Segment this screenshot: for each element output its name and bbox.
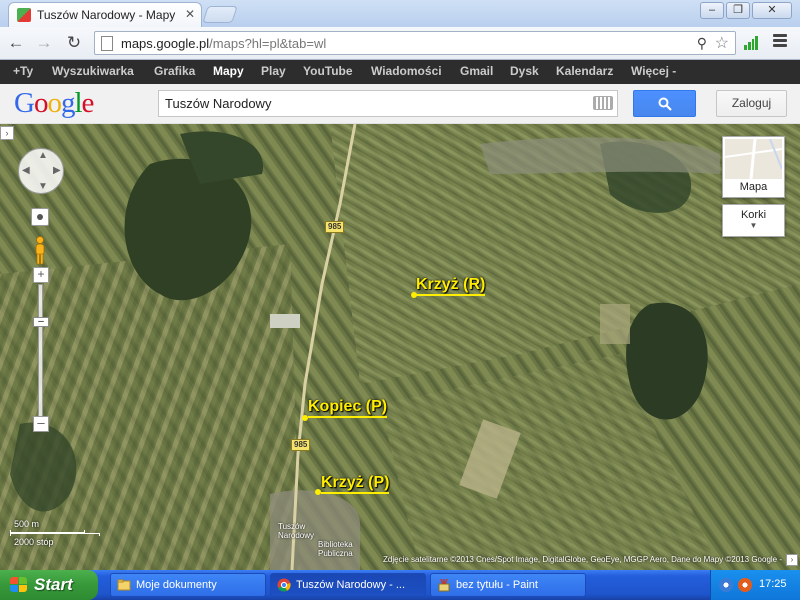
paint-icon: [438, 578, 450, 592]
logo-letter: g: [60, 87, 75, 119]
scale-metric: 500 m: [14, 519, 40, 529]
browser-tab[interactable]: Tuszów Narodowy - Mapy Go ✕: [8, 2, 202, 27]
marker-label[interactable]: Kopiec (P): [308, 398, 388, 418]
zoom-slider-track[interactable]: [38, 284, 43, 419]
logo-letter: e: [81, 87, 95, 119]
pegman-icon[interactable]: [33, 236, 47, 266]
new-tab-button[interactable]: [202, 6, 238, 23]
tab-close-icon[interactable]: ✕: [185, 7, 195, 21]
attribution-toggle-icon[interactable]: ›: [786, 554, 798, 566]
pan-left-icon[interactable]: ◀: [22, 165, 30, 176]
url-text: maps.google.pl/maps?hl=pl&tab=wl: [121, 36, 327, 51]
search-button[interactable]: [633, 90, 696, 117]
browser-tab-strip: Tuszów Narodowy - Mapy Go ✕ – ❐ ✕: [0, 0, 800, 27]
gbar-item-search[interactable]: Wyszukiwarka: [52, 64, 134, 78]
road-number-badge: 985: [325, 221, 345, 233]
reload-icon[interactable]: ↻: [64, 33, 84, 53]
tab-title: Tuszów Narodowy - Mapy Go: [37, 8, 177, 22]
map-type-button[interactable]: Mapa: [722, 136, 785, 198]
zoom-slider-handle[interactable]: –: [33, 317, 49, 327]
gbar-item-play[interactable]: Play: [261, 64, 286, 78]
zoom-out-button[interactable]: –: [33, 416, 49, 432]
google-nav-bar: +Ty Wyszukiwarka Grafika Mapy Play YouTu…: [0, 60, 800, 84]
gbar-item-maps[interactable]: Mapy: [213, 64, 244, 78]
window-controls: – ❐ ✕: [700, 2, 792, 19]
pan-down-icon[interactable]: ▼: [38, 181, 48, 192]
satellite-imagery: [0, 124, 800, 570]
chrome-icon: [277, 578, 291, 592]
logo-letter: l: [74, 87, 82, 119]
gbar-item-calendar[interactable]: Kalendarz: [556, 64, 613, 78]
pan-control[interactable]: ▲ ▼ ◀ ▶: [18, 148, 64, 194]
start-button[interactable]: Start: [0, 570, 98, 600]
tray-back-icon[interactable]: [719, 578, 733, 592]
gbar-item-images[interactable]: Grafika: [154, 64, 195, 78]
gbar-item-drive[interactable]: Dysk: [510, 64, 539, 78]
search-icon: [658, 97, 672, 111]
keyboard-icon[interactable]: [593, 96, 613, 110]
center-dot-icon: [37, 214, 43, 220]
page-icon: [101, 36, 113, 51]
library-label: Biblioteka Publiczna: [318, 540, 353, 558]
scale-imperial: 2000 stóp: [14, 537, 54, 547]
marker-label[interactable]: Krzyż (R): [416, 276, 486, 296]
gbar-item-gmail[interactable]: Gmail: [460, 64, 493, 78]
logo-letter: G: [14, 87, 35, 119]
taskbar-item-documents[interactable]: Moje dokumenty: [110, 573, 266, 597]
gbar-item-plus[interactable]: +Ty: [13, 64, 33, 78]
reset-view-button[interactable]: [31, 208, 49, 226]
minimize-button[interactable]: –: [700, 2, 724, 19]
google-header: Google Zaloguj: [0, 84, 800, 124]
logo-letter: o: [47, 87, 61, 119]
pan-up-icon[interactable]: ▲: [38, 150, 48, 161]
map-thumbnail: [725, 139, 782, 179]
back-arrow-icon[interactable]: ←: [6, 33, 26, 53]
map-attribution: Zdjęcie satelitarne ©2013 Cnes/Spot Imag…: [383, 555, 782, 564]
gbar-item-more[interactable]: Więcej -: [631, 64, 676, 78]
taskbar-item-chrome[interactable]: Tuszów Narodowy - ...: [270, 573, 426, 597]
close-window-button[interactable]: ✕: [752, 2, 792, 19]
gbar-item-youtube[interactable]: YouTube: [303, 64, 353, 78]
search-box[interactable]: [158, 90, 618, 117]
system-tray: 17:25: [710, 570, 800, 600]
login-button[interactable]: Zaloguj: [716, 90, 787, 117]
browser-toolbar: ← → ↻ maps.google.pl/maps?hl=pl&tab=wl ⚲…: [0, 27, 800, 60]
taskbar-item-label: bez tytułu - Paint: [456, 579, 538, 591]
traffic-layer-label: Korki: [740, 209, 767, 221]
marker-label[interactable]: Krzyż (P): [321, 474, 390, 494]
maximize-button[interactable]: ❐: [726, 2, 750, 19]
windows-logo-icon: [10, 577, 28, 593]
magnifier-icon[interactable]: ⚲: [697, 35, 707, 52]
pan-right-icon[interactable]: ▶: [53, 165, 61, 176]
windows-taskbar: Start Moje dokumenty Tuszów Narodowy - .…: [0, 570, 800, 600]
taskbar-item-paint[interactable]: bez tytułu - Paint: [430, 573, 586, 597]
folder-icon: [117, 579, 131, 591]
zoom-in-button[interactable]: +: [33, 267, 49, 283]
clock: 17:25: [759, 578, 787, 590]
traffic-layer-button[interactable]: Korki ▼: [722, 204, 785, 237]
google-logo[interactable]: Google: [14, 87, 95, 120]
side-panel-toggle-icon[interactable]: ›: [0, 126, 14, 140]
tray-app-icon[interactable]: [738, 578, 752, 592]
chevron-down-icon: ▼: [749, 221, 758, 230]
map-scale: 500 m 2000 stóp: [10, 519, 102, 549]
town-label: Tuszów Narodowy: [278, 522, 315, 540]
start-label: Start: [34, 575, 73, 594]
forward-arrow-icon[interactable]: →: [34, 33, 54, 53]
bookmark-star-icon[interactable]: ☆: [715, 33, 729, 53]
gbar-item-news[interactable]: Wiadomości: [371, 64, 442, 78]
signal-extension-icon[interactable]: [744, 36, 758, 50]
taskbar-item-label: Moje dokumenty: [136, 579, 217, 591]
satellite-map[interactable]: › ▲ ▼ ◀ ▶ + – – Mapa Korki ▼ Krzyż (R) K…: [0, 124, 800, 570]
address-bar[interactable]: maps.google.pl/maps?hl=pl&tab=wl ⚲ ☆: [94, 31, 736, 55]
taskbar-item-label: Tuszów Narodowy - ...: [296, 579, 406, 591]
menu-icon[interactable]: [773, 34, 787, 49]
google-maps-favicon-icon: [17, 8, 31, 22]
logo-letter: o: [33, 87, 48, 119]
map-type-label: Mapa: [739, 181, 768, 193]
search-input[interactable]: [165, 94, 585, 113]
road-number-badge: 985: [291, 439, 311, 451]
